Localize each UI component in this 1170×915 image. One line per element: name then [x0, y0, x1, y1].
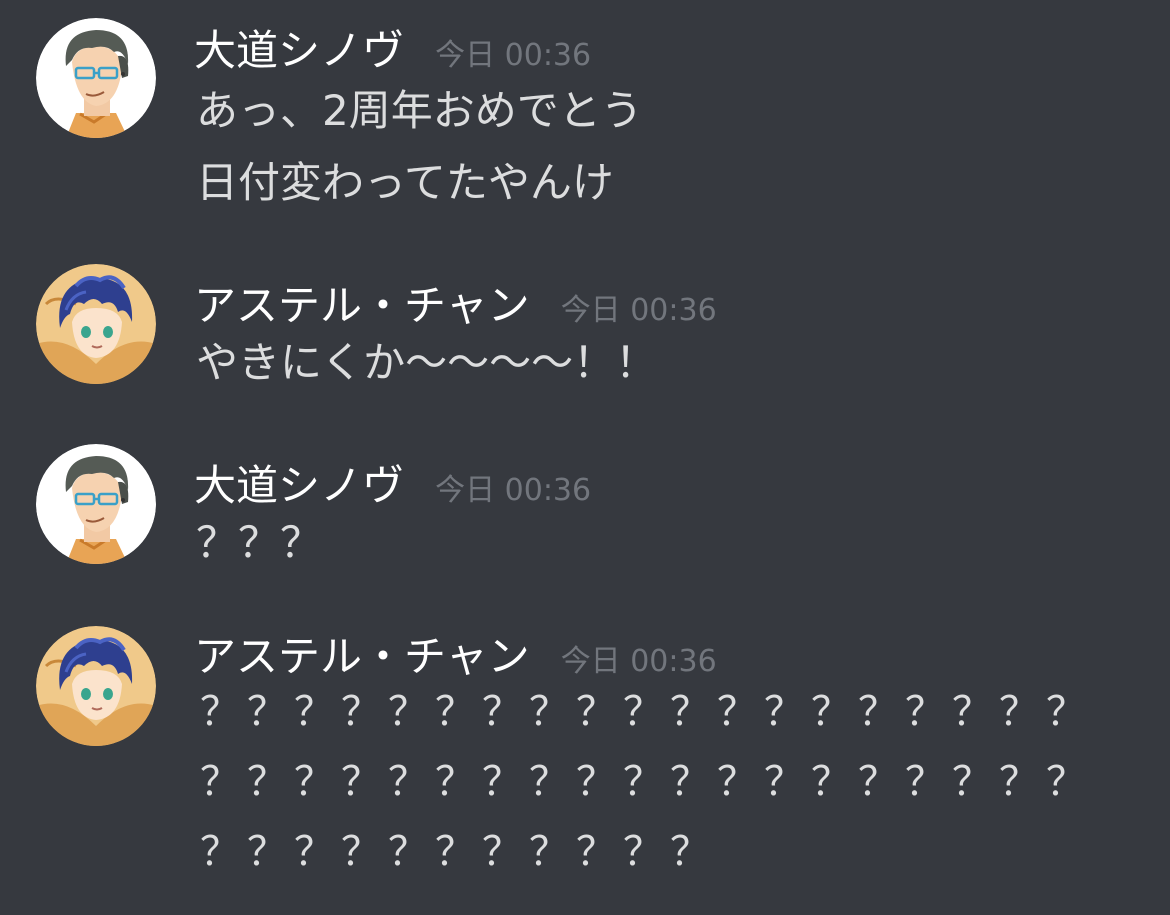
- message-text: ？？？: [196, 518, 323, 567]
- message-text: ？？？？？？？？？？？: [200, 829, 717, 875]
- message-header: 大道シノヴ 今日 00:36: [194, 465, 591, 507]
- timestamp[interactable]: 今日 00:36: [561, 644, 717, 679]
- username[interactable]: 大道シノヴ: [194, 26, 404, 75]
- message-text: やきにくか〜〜〜〜！！: [196, 338, 658, 387]
- blue-hair-boy-avatar-icon: [36, 626, 156, 746]
- message-header: アステル・チャン 今日 00:36: [194, 285, 717, 327]
- username[interactable]: 大道シノヴ: [194, 461, 404, 510]
- avatar[interactable]: [36, 626, 156, 746]
- blue-hair-boy-avatar-icon: [36, 264, 156, 384]
- message-header: アステル・チャン 今日 00:36: [194, 636, 717, 678]
- avatar[interactable]: [36, 444, 156, 564]
- glasses-man-avatar-icon: [36, 444, 156, 564]
- avatar[interactable]: [36, 264, 156, 384]
- avatar[interactable]: [36, 18, 156, 138]
- message-header: 大道シノヴ 今日 00:36: [194, 30, 591, 72]
- timestamp[interactable]: 今日 00:36: [435, 38, 591, 73]
- message-text: 日付変わってたやんけ: [196, 158, 614, 207]
- timestamp[interactable]: 今日 00:36: [561, 293, 717, 328]
- message-text: あっ、2周年おめでとう: [196, 86, 643, 135]
- message-text: ？？？？？？？？？？？？？？？？？？？: [200, 689, 1093, 735]
- message-text: ？？？？？？？？？？？？？？？？？？？: [200, 759, 1093, 805]
- timestamp[interactable]: 今日 00:36: [435, 473, 591, 508]
- username[interactable]: アステル・チャン: [194, 281, 530, 330]
- username[interactable]: アステル・チャン: [194, 632, 530, 681]
- glasses-man-avatar-icon: [36, 18, 156, 138]
